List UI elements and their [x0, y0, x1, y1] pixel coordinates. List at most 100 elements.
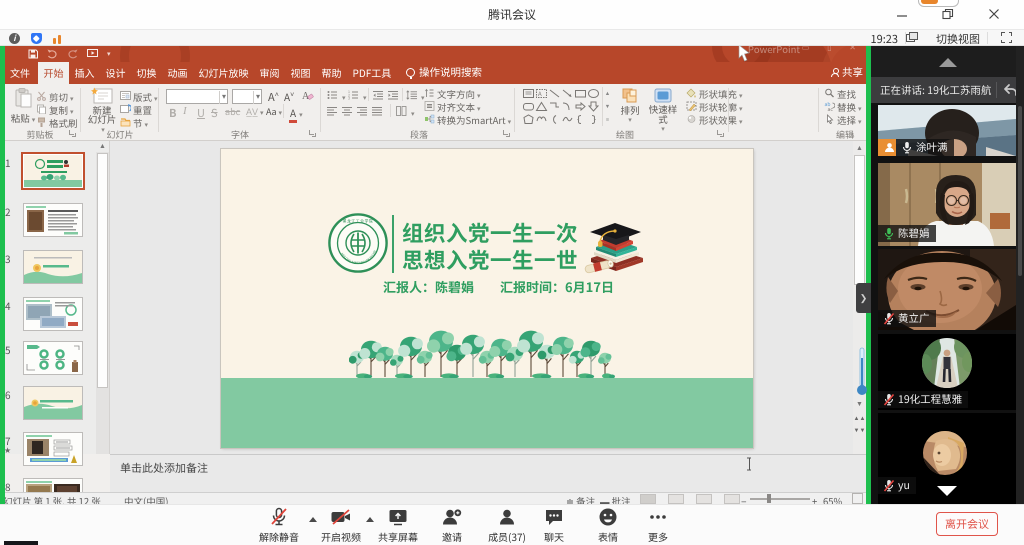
ppt-share-button[interactable]: 共享 [831, 62, 863, 84]
slide-thumbnail-5[interactable] [23, 341, 83, 375]
switch-view-button[interactable]: 切换视图 [936, 31, 980, 47]
bullets-button[interactable] [327, 89, 346, 103]
paste-button[interactable]: 粘贴 [8, 88, 38, 125]
sidebar-scroll-up[interactable] [871, 46, 1024, 77]
font-color-button[interactable]: A [289, 105, 303, 121]
minimize-button[interactable] [886, 0, 920, 28]
sidebar-scroll-down[interactable] [937, 486, 957, 496]
font-size-combobox[interactable] [232, 89, 262, 104]
sidebar-scrollbar-thumb[interactable] [1018, 106, 1022, 276]
shapes-gallery[interactable]: A [522, 87, 600, 131]
reset-button[interactable]: 重置 [120, 103, 152, 117]
arrange-button[interactable]: 排列▾ [616, 88, 644, 125]
columns-button[interactable] [396, 105, 415, 119]
members-button[interactable]: 成员(37) [480, 507, 534, 544]
tab-insert[interactable]: 插入 [69, 62, 100, 84]
reading-view-button[interactable] [696, 494, 712, 504]
tile-huangliguang[interactable]: 黄立广 [878, 249, 1016, 330]
comments-toggle[interactable]: ▬ 批注 [600, 494, 631, 504]
slide-thumbnail-7[interactable] [23, 432, 83, 466]
shadow-button[interactable]: abc [225, 105, 240, 118]
shape-fill-button[interactable]: 形状填充 [686, 87, 743, 101]
share-screen-button[interactable]: 共享屏幕 [371, 507, 425, 544]
tab-file[interactable]: 文件 [2, 62, 38, 84]
chat-button[interactable]: 聊天 [527, 507, 581, 544]
tab-transitions[interactable]: 切换 [131, 62, 162, 84]
zoom-out-button[interactable]: − [741, 494, 747, 504]
invite-button[interactable]: 邀请 [425, 507, 479, 544]
numbering-button[interactable]: 123 [348, 89, 367, 103]
tab-animations[interactable]: 动画 [162, 62, 193, 84]
copy-button[interactable]: 复制 [36, 103, 74, 117]
drawing-dialog-launcher[interactable] [716, 129, 724, 137]
select-button[interactable]: 选择 [824, 113, 862, 127]
justify-button[interactable] [372, 105, 385, 119]
meeting-info-icon[interactable]: i [9, 33, 20, 44]
sidebar-collapse-handle[interactable]: ❯ [856, 283, 871, 313]
align-text-button[interactable]: 对齐文本 [424, 100, 481, 114]
tab-home[interactable]: 开始 [38, 62, 69, 84]
protection-shield-icon[interactable] [31, 33, 42, 44]
emoji-button[interactable]: 表情 [581, 507, 635, 544]
tab-slideshow[interactable]: 幻灯片放映 [193, 62, 254, 84]
tab-pdf-tools[interactable]: PDF工具 [347, 62, 397, 84]
slide-sorter-view-button[interactable] [668, 494, 684, 504]
zoom-slider-knob[interactable] [767, 494, 771, 503]
underline-button[interactable]: U [197, 105, 205, 121]
fit-slide-button[interactable] [852, 493, 863, 504]
change-case-button[interactable]: Aa [266, 105, 282, 118]
shape-outline-button[interactable]: 形状轮廓 [686, 100, 743, 114]
leave-meeting-button[interactable]: 离开会议 [936, 512, 998, 536]
find-button[interactable]: 查找 [824, 87, 856, 101]
tell-me-search[interactable]: 操作说明搜索 [406, 62, 482, 84]
shape-effects-button[interactable]: 形状效果 [686, 113, 743, 127]
notes-toggle[interactable]: ≐ 备注 [566, 494, 595, 504]
tab-view[interactable]: 视图 [285, 62, 316, 84]
tab-design[interactable]: 设计 [100, 62, 131, 84]
notes-pane[interactable]: 单击此处添加备注 [110, 454, 872, 492]
font-dialog-launcher[interactable] [308, 129, 316, 137]
thumbnail-scrollbar[interactable]: ▲ [96, 141, 109, 454]
align-right-button[interactable] [357, 105, 370, 119]
text-direction-button[interactable]: 文字方向 [424, 87, 481, 101]
slide-thumbnail-6[interactable] [23, 386, 83, 420]
close-button[interactable] [978, 0, 1012, 28]
cut-button[interactable]: 剪切 [36, 90, 74, 104]
increase-indent-button[interactable] [388, 89, 401, 103]
language-indicator[interactable]: 中文(中国) [124, 494, 168, 504]
zoom-in-button[interactable]: + [812, 494, 817, 504]
collapse-ribbon-chevron[interactable]: ˄ [850, 130, 855, 141]
char-spacing-button[interactable]: A̲V̲ [246, 105, 264, 118]
slide[interactable]: 黑龙江工业学院 HEILONGJIANG UNIV OF TECHNOLOGY … [221, 149, 753, 448]
italic-button[interactable]: I [183, 105, 187, 117]
font-name-combobox[interactable] [166, 89, 228, 104]
zoom-level[interactable]: 65% [823, 494, 842, 504]
unmute-button[interactable]: 解除静音 [252, 507, 306, 544]
more-button[interactable]: 更多 [631, 507, 685, 544]
slide-thumbnail-3[interactable] [23, 250, 83, 284]
start-video-button[interactable]: 开启视频 [314, 507, 368, 544]
layout-button[interactable]: 版式 [120, 90, 158, 104]
zoom-slider-track[interactable] [750, 498, 810, 500]
slide-thumbnail-4[interactable] [23, 297, 83, 331]
slide-thumbnail-2[interactable] [23, 203, 83, 237]
clipboard-dialog-launcher[interactable] [68, 129, 76, 137]
normal-view-button[interactable] [640, 494, 656, 504]
decrease-indent-button[interactable] [373, 89, 386, 103]
bold-button[interactable]: B [169, 105, 177, 121]
shapes-gallery-scroll[interactable]: ▲▼≡ [602, 87, 612, 126]
tab-help[interactable]: 帮助 [316, 62, 347, 84]
tile-chemeng-huiya[interactable]: 19化工程慧雅 [878, 334, 1016, 410]
smartart-button[interactable]: 转换为SmartArt [424, 113, 511, 127]
align-left-button[interactable] [327, 105, 340, 119]
paragraph-dialog-launcher[interactable] [502, 129, 510, 137]
slide-thumbnail-1[interactable] [23, 154, 83, 188]
clear-format-button[interactable]: A [302, 89, 314, 105]
previous-slide-button[interactable]: ▲▲ [853, 413, 866, 423]
increase-font-button[interactable]: A˄ [268, 89, 279, 105]
tab-review[interactable]: 审阅 [254, 62, 285, 84]
network-signal-icon[interactable] [53, 33, 64, 44]
restore-button[interactable] [932, 0, 966, 28]
line-spacing-button[interactable] [406, 89, 425, 103]
tile-tuyeman[interactable]: 涂叶满 [878, 105, 1016, 156]
